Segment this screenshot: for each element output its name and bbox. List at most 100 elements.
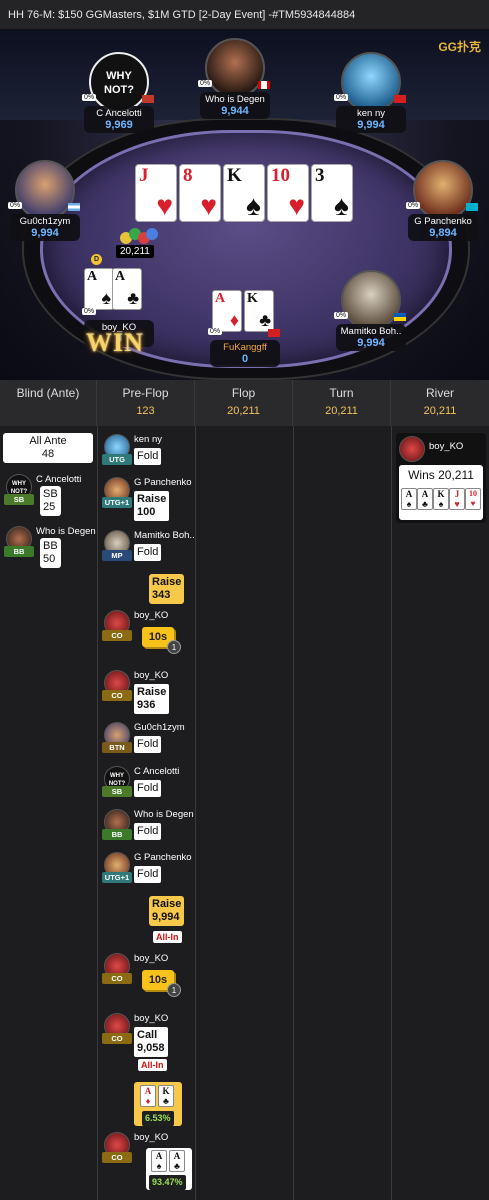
seat-g-panchenko[interactable]: 0% G Panchenko 9,894 bbox=[406, 160, 478, 241]
player-name: Gu0ch1zym bbox=[19, 216, 71, 227]
seat-mamitko[interactable]: 0% Mamitko Boh.. 9,994 bbox=[334, 270, 406, 351]
player-name: Who is Degen bbox=[134, 809, 194, 820]
col-amount: 20,211 bbox=[423, 405, 457, 417]
card-rank: 10 bbox=[469, 489, 477, 498]
player-plate: 0% C Ancelotti 9,969 bbox=[82, 94, 154, 133]
flag-icon bbox=[268, 329, 280, 337]
preflop-entry: Gu0ch1zym BTN Fold bbox=[102, 722, 194, 756]
player-name: boy_KO bbox=[134, 1013, 169, 1024]
player-name: boy_KO bbox=[134, 610, 169, 621]
equity-badge: 0% bbox=[82, 308, 97, 315]
spade-suit-icon: ♠ bbox=[438, 499, 444, 509]
heart-suit-icon: ♥ bbox=[470, 499, 476, 508]
card-rank: J bbox=[454, 489, 460, 499]
divider bbox=[391, 426, 392, 1200]
player-stack: 0 bbox=[241, 353, 249, 365]
position-badge: CO bbox=[102, 690, 132, 701]
timebank-count: 1 bbox=[167, 640, 181, 654]
card-rank: 10 bbox=[271, 165, 290, 186]
player-name: FuKanggff bbox=[223, 342, 267, 353]
col-preflop: Pre-Flop 123 bbox=[97, 380, 195, 426]
player-name: C Ancelotti bbox=[134, 766, 180, 777]
card-rank: A bbox=[87, 269, 98, 284]
action-amount: 343 bbox=[152, 589, 171, 601]
seat-gu0ch1zym[interactable]: 0% Gu0ch1zym 9,994 bbox=[8, 160, 80, 241]
spade-suit-icon: ♠ bbox=[406, 499, 412, 509]
player-plate: 0% Gu0ch1zym 9,994 bbox=[8, 202, 80, 241]
heart-suit-icon: ♥ bbox=[200, 190, 217, 221]
player-plate: 0% Mamitko Boh.. 9,994 bbox=[334, 312, 406, 351]
action-label: Raise bbox=[137, 686, 167, 698]
position-badge: UTG+1 bbox=[102, 497, 132, 508]
club-suit-icon: ♣ bbox=[127, 288, 139, 308]
equity-badge: 0% bbox=[82, 94, 97, 101]
equity-badge: 0% bbox=[334, 94, 349, 101]
player-name: G Panchenko bbox=[414, 216, 472, 227]
mini-card: A ♠ bbox=[151, 1150, 167, 1172]
player-name: G Panchenko bbox=[134, 852, 192, 863]
avatar bbox=[15, 160, 75, 220]
dealer-button: D bbox=[91, 254, 102, 265]
player-name: G Panchenko bbox=[134, 477, 192, 488]
flag-icon bbox=[466, 203, 478, 211]
flag-icon bbox=[394, 95, 406, 103]
equity-badge: 0% bbox=[406, 202, 421, 209]
equity-badge: 0% bbox=[334, 312, 349, 319]
hero-raise-box: Raise 343 bbox=[149, 574, 185, 604]
action-label: BB bbox=[43, 540, 58, 552]
card-rank: A bbox=[215, 291, 226, 306]
heart-suit-icon: ♥ bbox=[288, 190, 305, 221]
all-ante-box: All Ante 48 bbox=[3, 433, 93, 463]
player-name: boy_KO bbox=[429, 441, 464, 452]
avatar bbox=[341, 270, 401, 330]
action-label: Fold bbox=[134, 866, 162, 883]
position-badge: MP bbox=[102, 550, 132, 561]
position-badge: BB bbox=[4, 546, 34, 557]
player-name: ken ny bbox=[357, 108, 385, 119]
card-rank: 3 bbox=[315, 165, 325, 186]
flag-icon bbox=[394, 313, 406, 321]
player-name: boy_KO bbox=[134, 953, 169, 964]
seat-fukanggff[interactable]: A ♦ K ♣ 0% FuKanggff 0 bbox=[208, 290, 280, 367]
spade-suit-icon: ♠ bbox=[334, 190, 349, 221]
player-name: ken ny bbox=[134, 434, 162, 445]
mini-card: 10 ♥ bbox=[465, 488, 481, 510]
col-label: Blind (Ante) bbox=[16, 386, 80, 400]
action-label: Raise bbox=[152, 576, 182, 588]
avatar bbox=[341, 52, 401, 112]
seat-c-ancelotti[interactable]: WHY NOT? 0% C Ancelotti 9,969 bbox=[82, 52, 154, 133]
club-suit-icon: ♣ bbox=[422, 499, 428, 509]
action-amount: 50 bbox=[43, 553, 56, 565]
seat-who-is-degen[interactable]: 0% Who is Degen 9,944 bbox=[198, 38, 270, 119]
card-rank: K bbox=[227, 165, 242, 186]
equity-badge: 0% bbox=[8, 202, 23, 209]
board-card-1: J ♥ bbox=[135, 164, 177, 222]
player-stack: 9,994 bbox=[31, 227, 59, 239]
player-name: Who is Degen bbox=[36, 526, 96, 537]
col-flop: Flop 20,211 bbox=[195, 380, 293, 426]
preflop-entry: Who is Degen BB Fold bbox=[102, 809, 194, 843]
hand-history-viewer: HH 76-M: $150 GGMasters, $1M GTD [2-Day … bbox=[0, 0, 489, 1200]
position-badge: UTG+1 bbox=[102, 872, 132, 883]
card-rank: K bbox=[437, 489, 445, 499]
avatar: WHY NOT? bbox=[89, 52, 149, 112]
blind-entry-bb: Who is Degen BB BB 50 bbox=[4, 526, 96, 568]
player-name: C Ancelotti bbox=[36, 474, 82, 485]
position-badge: SB bbox=[102, 786, 132, 797]
win-text: Wins 20,211 bbox=[408, 468, 474, 482]
action-box: Raise 936 bbox=[134, 684, 170, 714]
player-stack: 9,994 bbox=[357, 119, 385, 131]
player-name: Mamitko Boh.. bbox=[134, 530, 195, 541]
board-card-2: 8 ♥ bbox=[179, 164, 221, 222]
flag-icon bbox=[68, 203, 80, 211]
board-card-4: 10 ♥ bbox=[267, 164, 309, 222]
card-rank: A bbox=[173, 1151, 181, 1161]
col-amount: 20,211 bbox=[325, 405, 358, 417]
position-badge: BB bbox=[102, 829, 132, 840]
seat-ken-ny[interactable]: 0% ken ny 9,994 bbox=[334, 52, 406, 133]
hero-allin-box: Raise 9,994 bbox=[149, 896, 185, 926]
hole-card-2: A ♣ bbox=[112, 268, 142, 310]
mini-card: J ♥ bbox=[449, 488, 465, 510]
board-card-5: 3 ♠ bbox=[311, 164, 353, 222]
col-blind-ante: Blind (Ante) bbox=[0, 380, 97, 426]
